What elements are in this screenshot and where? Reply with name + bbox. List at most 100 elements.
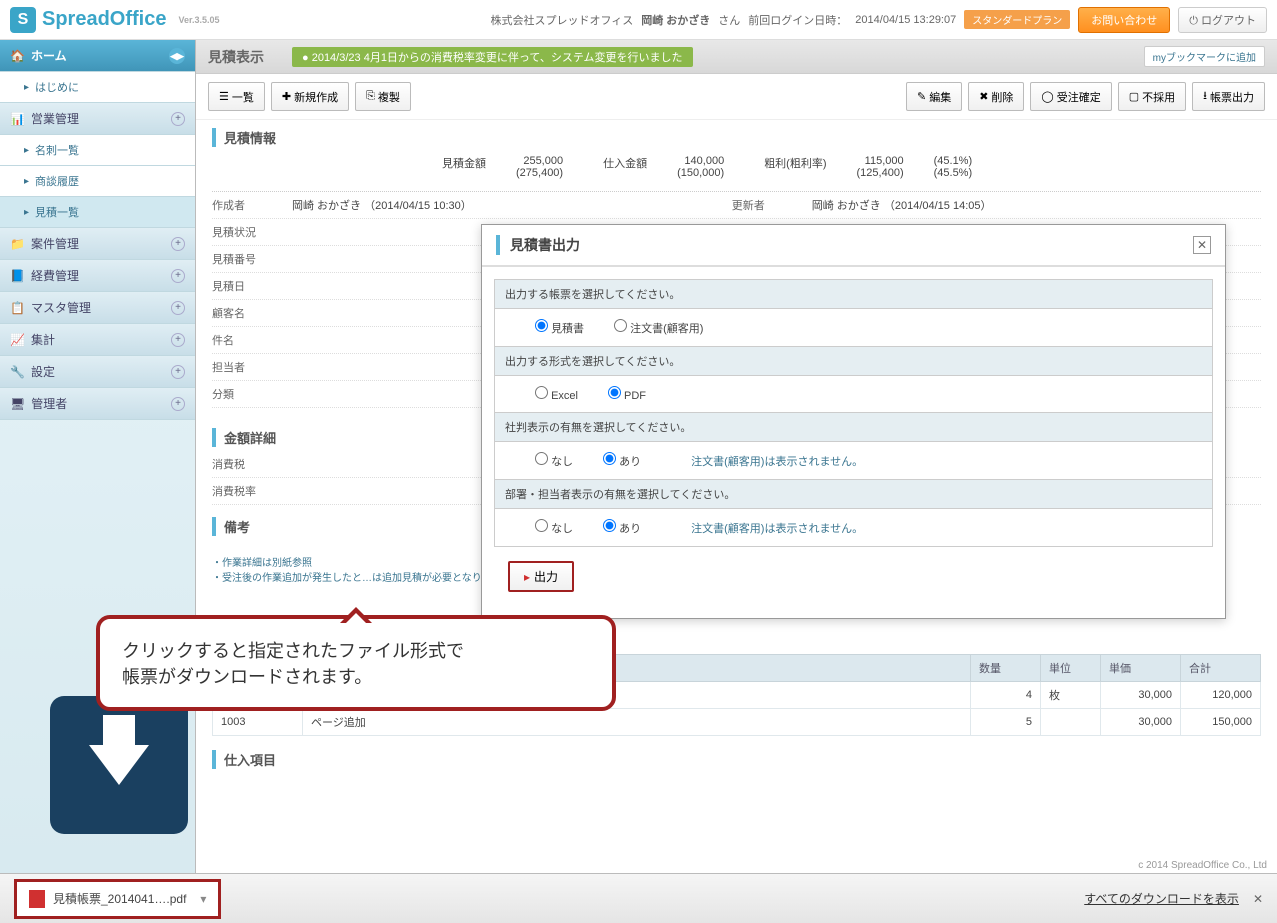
sidebar-home[interactable]: 🏠 ホーム◀▶ bbox=[0, 40, 195, 72]
profit-label: 粗利(粗利率) bbox=[764, 155, 826, 179]
radio-seal-no[interactable]: なし bbox=[535, 452, 573, 469]
sidebar-sales[interactable]: 📊 営業管理+ bbox=[0, 103, 195, 135]
topbar: S SpreadOffice Ver.3.5.05 株式会社スプレッドオフィス … bbox=[0, 0, 1277, 40]
header-right: 株式会社スプレッドオフィス 岡崎 おかざき さん 前回ログイン日時： 2014/… bbox=[490, 7, 1267, 33]
notice-banner: ● 2014/3/23 4月1日からの消費税率変更に伴って、システム変更を行いま… bbox=[292, 47, 693, 67]
sidebar-intro[interactable]: ▸はじめに bbox=[0, 72, 195, 103]
radio-pdf[interactable]: PDF bbox=[608, 386, 646, 402]
radio-dept-no[interactable]: なし bbox=[535, 519, 573, 536]
sidebar-master[interactable]: 📋 マスタ管理+ bbox=[0, 292, 195, 324]
sidebar-quotes[interactable]: ▸見積一覧 bbox=[0, 197, 195, 228]
sidebar-deals[interactable]: ▸商談履歴 bbox=[0, 166, 195, 197]
sidebar-expense[interactable]: 📘 経費管理+ bbox=[0, 260, 195, 292]
cell-name: ページ追加 bbox=[303, 709, 971, 736]
cell-price: 30,000 bbox=[1101, 682, 1181, 709]
bookmark-button[interactable]: myブックマークに追加 bbox=[1144, 46, 1265, 67]
group3-note: 注文書(顧客用)は表示されません。 bbox=[691, 453, 863, 469]
pdf-icon bbox=[29, 890, 45, 908]
user-name: 岡崎 おかざき bbox=[641, 12, 710, 28]
logo-icon: S bbox=[10, 7, 36, 33]
expand-icon[interactable]: + bbox=[171, 237, 185, 251]
sidebar-admin[interactable]: 🖥 管理者+ bbox=[0, 388, 195, 420]
group4-note: 注文書(顧客用)は表示されません。 bbox=[691, 520, 863, 536]
amount-tax: (275,400) bbox=[516, 167, 563, 179]
updater-label: 更新者 bbox=[732, 197, 812, 213]
radio-quote[interactable]: 見積書 bbox=[535, 319, 584, 336]
expand-icon[interactable]: + bbox=[171, 301, 185, 315]
summary-row: 見積金額 255,000(275,400) 仕入金額 140,000(150,0… bbox=[212, 151, 1261, 192]
number-label: 見積番号 bbox=[212, 251, 292, 267]
cost-label: 仕入金額 bbox=[603, 155, 647, 179]
copy-button[interactable]: ⎘ 複製 bbox=[355, 82, 411, 111]
expand-icon[interactable]: + bbox=[171, 112, 185, 126]
sidebar-cards[interactable]: ▸名刺一覧 bbox=[0, 135, 195, 166]
cell-total: 120,000 bbox=[1181, 682, 1261, 709]
amount-label: 見積金額 bbox=[442, 155, 486, 179]
contact-button[interactable]: お問い合わせ bbox=[1078, 7, 1170, 33]
cell-total: 150,000 bbox=[1181, 709, 1261, 736]
group1-head: 出力する帳票を選択してください。 bbox=[495, 280, 1212, 309]
file-name: 見積帳票_2014041….pdf bbox=[53, 890, 186, 907]
col-unit: 単位 bbox=[1041, 655, 1101, 682]
toolbar: ☰ 一覧 ✚ 新規作成 ⎘ 複製 ✎ 編集 ✖ 削除 ◯ 受注確定 ▢ 不採用 … bbox=[196, 74, 1277, 120]
sidebar-settings[interactable]: 🔧 設定+ bbox=[0, 356, 195, 388]
collapse-icon[interactable]: ◀▶ bbox=[169, 48, 185, 64]
show-all-downloads[interactable]: すべてのダウンロードを表示 bbox=[1084, 890, 1239, 907]
last-login-label: 前回ログイン日時： bbox=[748, 12, 847, 28]
app-version: Ver.3.5.05 bbox=[178, 15, 219, 25]
purchase-title: 仕入項目 bbox=[212, 750, 1261, 769]
new-button[interactable]: ✚ 新規作成 bbox=[271, 82, 349, 111]
profit-value: 115,000 bbox=[857, 155, 904, 167]
close-downloads-icon[interactable]: ✕ bbox=[1253, 892, 1263, 906]
content: 見積表示 ● 2014/3/23 4月1日からの消費税率変更に伴って、システム変… bbox=[196, 40, 1277, 873]
logo: S SpreadOffice Ver.3.5.05 bbox=[10, 7, 220, 33]
expand-icon[interactable]: + bbox=[171, 397, 185, 411]
creator-value: 岡崎 おかざき （2014/04/15 10:30） bbox=[292, 197, 472, 213]
delete-button[interactable]: ✖ 削除 bbox=[968, 82, 1024, 111]
radio-seal-yes[interactable]: あり bbox=[603, 452, 641, 469]
sidebar-aggregate[interactable]: 📈 集計+ bbox=[0, 324, 195, 356]
radio-dept-yes[interactable]: あり bbox=[603, 519, 641, 536]
chevron-down-icon[interactable]: ▾ bbox=[200, 892, 206, 906]
person-label: 担当者 bbox=[212, 359, 292, 375]
sidebar-cases[interactable]: 📁 案件管理+ bbox=[0, 228, 195, 260]
export-modal: 見積書出力 ✕ 出力する帳票を選択してください。 見積書 注文書(顧客用) 出力… bbox=[481, 224, 1226, 619]
tax-rate-label: 消費税率 bbox=[212, 483, 292, 499]
logout-button[interactable]: ⏻ ログアウト bbox=[1178, 7, 1267, 33]
radio-order[interactable]: 注文書(顧客用) bbox=[614, 319, 703, 336]
confirm-button[interactable]: ◯ 受注確定 bbox=[1030, 82, 1111, 111]
expand-icon[interactable]: + bbox=[171, 333, 185, 347]
edit-button[interactable]: ✎ 編集 bbox=[906, 82, 962, 111]
expand-icon[interactable]: + bbox=[171, 269, 185, 283]
section-title: 見積情報 bbox=[212, 128, 1261, 147]
list-button[interactable]: ☰ 一覧 bbox=[208, 82, 265, 111]
download-arrow-icon bbox=[50, 696, 188, 834]
export-button[interactable]: ⭳ 帳票出力 bbox=[1192, 82, 1265, 111]
table-row: 1003 ページ追加 5 30,000 150,000 bbox=[213, 709, 1261, 736]
cell-unit bbox=[1041, 709, 1101, 736]
close-icon[interactable]: ✕ bbox=[1193, 236, 1211, 254]
group4-head: 部署・担当者表示の有無を選択してください。 bbox=[495, 480, 1212, 509]
cost-tax: (150,000) bbox=[677, 167, 724, 179]
downloaded-file[interactable]: 見積帳票_2014041….pdf ▾ bbox=[14, 879, 221, 919]
reject-button[interactable]: ▢ 不採用 bbox=[1118, 82, 1186, 111]
profit-rate: (45.1%) bbox=[934, 155, 973, 167]
category-label: 分類 bbox=[212, 386, 292, 402]
col-price: 単価 bbox=[1101, 655, 1181, 682]
tax-label: 消費税 bbox=[212, 456, 292, 472]
callout-line2: 帳票がダウンロードされます。 bbox=[122, 663, 590, 689]
group3-head: 社判表示の有無を選択してください。 bbox=[495, 413, 1212, 442]
updater-value: 岡崎 おかざき （2014/04/15 14:05） bbox=[812, 197, 992, 213]
cost-value: 140,000 bbox=[677, 155, 724, 167]
cell-qty: 5 bbox=[971, 709, 1041, 736]
last-login: 2014/04/15 13:29:07 bbox=[855, 14, 956, 26]
footer-copyright: c 2014 SpreadOffice Co., Ltd bbox=[1138, 860, 1267, 871]
output-button[interactable]: ▸出力 bbox=[508, 561, 574, 592]
subject-label: 件名 bbox=[212, 332, 292, 348]
radio-excel[interactable]: Excel bbox=[535, 386, 578, 402]
expand-icon[interactable]: + bbox=[171, 365, 185, 379]
group2-head: 出力する形式を選択してください。 bbox=[495, 347, 1212, 376]
date-label: 見積日 bbox=[212, 278, 292, 294]
plan-badge: スタンダードプラン bbox=[964, 10, 1070, 29]
download-bar: 見積帳票_2014041….pdf ▾ すべてのダウンロードを表示 ✕ bbox=[0, 873, 1277, 923]
